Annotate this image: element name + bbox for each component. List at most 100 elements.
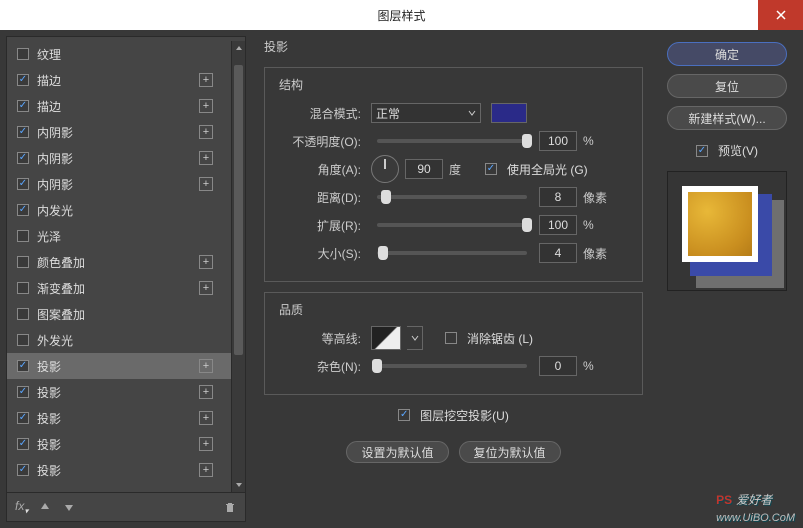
set-default-button[interactable]: 设置为默认值 <box>346 441 448 463</box>
scroll-thumb[interactable] <box>234 65 243 355</box>
effect-row[interactable]: 投影+ <box>7 457 231 483</box>
add-effect-icon[interactable]: + <box>199 359 213 373</box>
cancel-button[interactable]: 复位 <box>667 74 787 98</box>
effect-checkbox[interactable] <box>17 100 29 112</box>
spread-slider[interactable] <box>377 223 527 227</box>
add-effect-icon[interactable]: + <box>199 255 213 269</box>
effect-checkbox[interactable] <box>17 360 29 372</box>
move-down-icon[interactable] <box>62 500 76 514</box>
effect-checkbox[interactable] <box>17 74 29 86</box>
knockout-checkbox[interactable] <box>398 409 410 421</box>
spread-input[interactable]: 100 <box>539 215 577 235</box>
effect-checkbox[interactable] <box>17 386 29 398</box>
distance-input[interactable]: 8 <box>539 187 577 207</box>
effect-checkbox[interactable] <box>17 230 29 242</box>
effect-label: 投影 <box>37 410 199 427</box>
effect-checkbox[interactable] <box>17 464 29 476</box>
effect-row[interactable]: 投影+ <box>7 405 231 431</box>
reset-default-button[interactable]: 复位为默认值 <box>459 441 561 463</box>
window-title: 图层样式 <box>377 7 425 24</box>
preview-label: 预览(V) <box>718 142 758 159</box>
effect-row[interactable]: 投影+ <box>7 431 231 457</box>
effect-row[interactable]: 渐变叠加+ <box>7 275 231 301</box>
structure-legend: 结构 <box>275 76 307 93</box>
effect-checkbox[interactable] <box>17 48 29 60</box>
right-sidebar: 确定 复位 新建样式(W)... 预览(V) <box>657 36 797 522</box>
effect-row[interactable]: 内阴影+ <box>7 119 231 145</box>
effect-checkbox[interactable] <box>17 282 29 294</box>
titlebar: 图层样式 <box>0 0 803 30</box>
antialias-label: 消除锯齿 (L) <box>467 330 533 347</box>
close-button[interactable] <box>758 0 803 30</box>
add-effect-icon[interactable]: + <box>199 411 213 425</box>
close-icon <box>776 10 786 20</box>
noise-label: 杂色(N): <box>279 358 365 375</box>
opacity-input[interactable]: 100 <box>539 131 577 151</box>
effect-checkbox[interactable] <box>17 412 29 424</box>
shadow-color-swatch[interactable] <box>491 103 527 123</box>
effect-checkbox[interactable] <box>17 438 29 450</box>
size-input[interactable]: 4 <box>539 243 577 263</box>
effect-label: 内阴影 <box>37 124 199 141</box>
new-style-button[interactable]: 新建样式(W)... <box>667 106 787 130</box>
style-preview <box>667 171 787 291</box>
watermark: PS 爱好者 www.UiBO.CoM <box>716 491 795 524</box>
contour-dropdown[interactable] <box>407 326 423 350</box>
effect-row[interactable]: 内阴影+ <box>7 145 231 171</box>
effect-row[interactable]: 颜色叠加+ <box>7 249 231 275</box>
effect-row[interactable]: 内阴影+ <box>7 171 231 197</box>
effect-label: 投影 <box>37 436 199 453</box>
add-effect-icon[interactable]: + <box>199 437 213 451</box>
blend-mode-select[interactable]: 正常 <box>371 103 481 123</box>
contour-picker[interactable] <box>371 326 401 350</box>
effect-checkbox[interactable] <box>17 334 29 346</box>
effect-checkbox[interactable] <box>17 152 29 164</box>
global-light-label: 使用全局光 (G) <box>507 161 588 178</box>
antialias-checkbox[interactable] <box>445 332 457 344</box>
distance-label: 距离(D): <box>279 189 365 206</box>
add-effect-icon[interactable]: + <box>199 177 213 191</box>
distance-slider[interactable] <box>377 195 527 199</box>
chevron-down-icon <box>468 109 476 117</box>
effect-row[interactable]: 描边+ <box>7 67 231 93</box>
global-light-checkbox[interactable] <box>485 163 497 175</box>
effect-checkbox[interactable] <box>17 308 29 320</box>
add-effect-icon[interactable]: + <box>199 99 213 113</box>
angle-dial[interactable] <box>371 155 399 183</box>
add-effect-icon[interactable]: + <box>199 73 213 87</box>
effect-checkbox[interactable] <box>17 204 29 216</box>
add-effect-icon[interactable]: + <box>199 463 213 477</box>
effect-checkbox[interactable] <box>17 256 29 268</box>
effect-row[interactable]: 图案叠加 <box>7 301 231 327</box>
ok-button[interactable]: 确定 <box>667 42 787 66</box>
effect-label: 内阴影 <box>37 150 199 167</box>
effect-row[interactable]: 投影+ <box>7 353 231 379</box>
scroll-up-icon[interactable] <box>232 41 245 55</box>
sidebar-scrollbar[interactable] <box>231 41 245 492</box>
effect-row[interactable]: 光泽 <box>7 223 231 249</box>
add-effect-icon[interactable]: + <box>199 281 213 295</box>
effect-label: 渐变叠加 <box>37 280 199 297</box>
add-effect-icon[interactable]: + <box>199 151 213 165</box>
knockout-label: 图层挖空投影(U) <box>420 407 509 424</box>
effect-row[interactable]: 纹理 <box>7 41 231 67</box>
effect-row[interactable]: 描边+ <box>7 93 231 119</box>
size-slider[interactable] <box>377 251 527 255</box>
trash-icon[interactable] <box>223 500 237 514</box>
effect-label: 颜色叠加 <box>37 254 199 271</box>
preview-checkbox[interactable] <box>696 145 708 157</box>
noise-slider[interactable] <box>377 364 527 368</box>
opacity-slider[interactable] <box>377 139 527 143</box>
add-effect-icon[interactable]: + <box>199 385 213 399</box>
effect-row[interactable]: 内发光 <box>7 197 231 223</box>
add-effect-icon[interactable]: + <box>199 125 213 139</box>
scroll-down-icon[interactable] <box>232 478 245 492</box>
noise-input[interactable]: 0 <box>539 356 577 376</box>
angle-input[interactable]: 90 <box>405 159 443 179</box>
fx-menu-icon[interactable]: fx▾ <box>15 499 28 515</box>
move-up-icon[interactable] <box>38 500 52 514</box>
effect-checkbox[interactable] <box>17 178 29 190</box>
effect-row[interactable]: 外发光 <box>7 327 231 353</box>
effect-row[interactable]: 投影+ <box>7 379 231 405</box>
effect-checkbox[interactable] <box>17 126 29 138</box>
